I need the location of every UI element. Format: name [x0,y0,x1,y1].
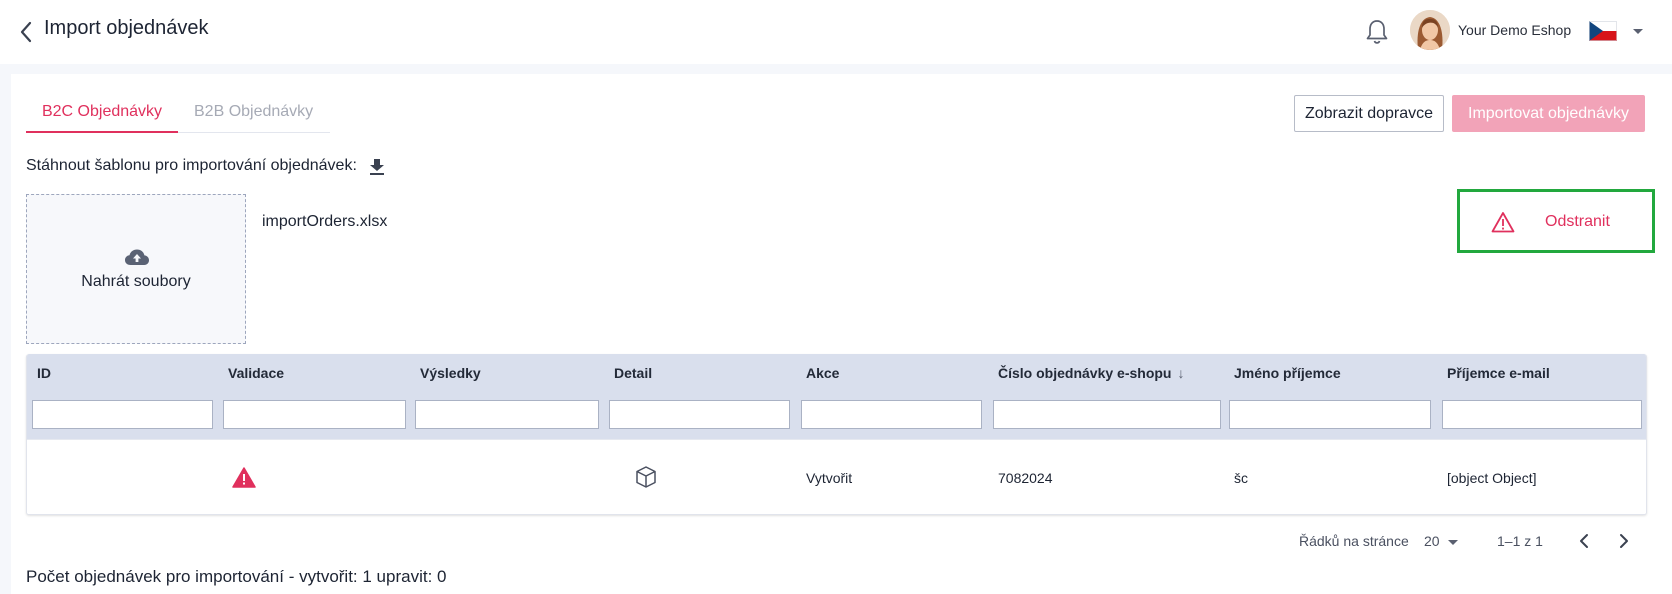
remove-file-button[interactable]: Odstranit [1465,200,1635,244]
pagination-range: 1–1 z 1 [1497,533,1543,549]
order-type-tabs: B2C Objednávky B2B Objednávky [26,96,330,133]
previous-page-icon[interactable] [1576,530,1592,552]
back-arrow-icon[interactable] [18,20,34,44]
filter-input-recipient-name[interactable] [1229,400,1431,429]
main-card [11,74,1672,594]
filter-input-id[interactable] [32,400,213,429]
rows-per-page-value: 20 [1424,533,1440,549]
cell-recipient-email: [object Object] [1447,470,1537,486]
cell-order-number: 7082024 [998,470,1053,486]
template-download-label: Stáhnout šablonu pro importování objedná… [26,157,357,174]
filter-input-validation[interactable] [223,400,406,429]
cell-action: Vytvořit [806,470,853,486]
table-row[interactable]: Vytvořit 7082024 šc [object Object] [27,439,1646,514]
import-orders-button[interactable]: Importovat objednávky [1452,95,1645,132]
import-summary: Počet objednávek pro importování - vytvo… [26,567,447,586]
column-header-detail[interactable]: Detail [614,365,652,381]
filter-input-action[interactable] [801,400,982,429]
file-upload-dropzone[interactable]: Nahrát soubory [26,194,246,344]
language-dropdown-caret-icon[interactable] [1633,29,1643,34]
cell-recipient-name: šc [1234,470,1248,486]
next-page-icon[interactable] [1616,530,1632,552]
rows-per-page-label: Řádků na stránce [1299,533,1409,549]
package-detail-icon[interactable] [635,465,657,489]
download-icon[interactable] [368,158,386,176]
table-header: ID Validace Výsledky Detail Akce Číslo o… [27,354,1646,439]
uploaded-filename: importOrders.xlsx [262,213,388,230]
column-header-order-number-label: Číslo objednávky e-shopu [998,365,1172,381]
notification-bell-icon[interactable] [1362,17,1392,47]
eshop-name[interactable]: Your Demo Eshop [1458,22,1571,38]
validation-warning-icon[interactable] [232,467,256,488]
page-title: Import objednávek [44,17,209,39]
cloud-upload-icon [125,249,149,265]
column-header-order-number[interactable]: Číslo objednávky e-shopu ↓ [998,365,1184,381]
column-header-recipient-name[interactable]: Jméno příjemce [1234,365,1341,381]
tab-b2b-orders[interactable]: B2B Objednávky [194,96,313,133]
filter-input-order-number[interactable] [993,400,1221,429]
show-carriers-button[interactable]: Zobrazit dopravce [1294,95,1444,132]
column-header-validation[interactable]: Validace [228,365,284,381]
filter-input-recipient-email[interactable] [1442,400,1642,429]
tab-b2c-orders[interactable]: B2C Objednávky [26,96,178,133]
column-header-action[interactable]: Akce [806,365,839,381]
column-header-id[interactable]: ID [37,365,51,381]
top-bar: Import objednávek Your Demo Eshop [0,0,1672,64]
remove-label: Odstranit [1545,213,1610,230]
chevron-down-icon [1447,539,1458,545]
czech-flag-icon[interactable] [1589,21,1617,41]
upload-label: Nahrát soubory [81,273,191,290]
warning-icon [1491,212,1515,233]
filter-input-detail[interactable] [609,400,790,429]
column-header-results[interactable]: Výsledky [420,365,481,381]
user-avatar[interactable] [1410,10,1450,50]
column-header-recipient-email[interactable]: Příjemce e-mail [1447,365,1550,381]
rows-per-page-select[interactable]: 20 [1424,533,1458,549]
sort-arrow-down-icon[interactable]: ↓ [1177,365,1184,381]
orders-table: ID Validace Výsledky Detail Akce Číslo o… [26,354,1647,515]
filter-input-results[interactable] [415,400,599,429]
